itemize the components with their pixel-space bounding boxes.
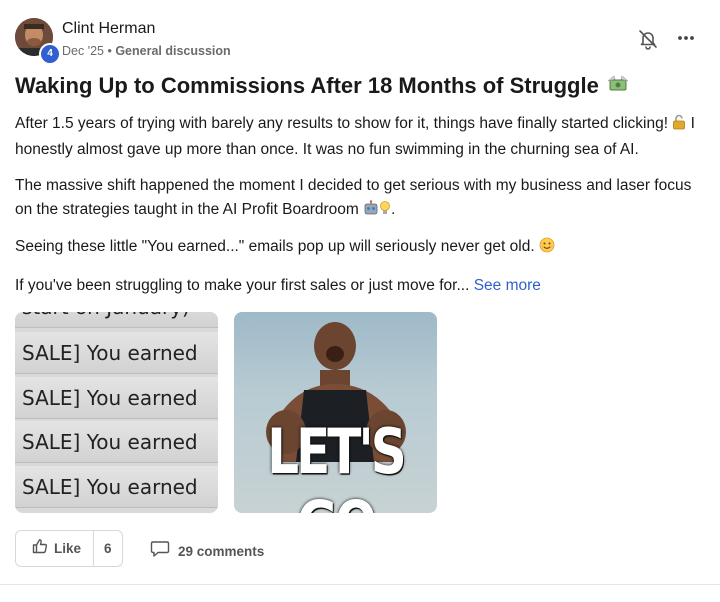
post-paragraph-3: Seeing these little "You earned..." emai… [15, 235, 705, 261]
smile-icon [539, 237, 555, 261]
like-label: Like [54, 541, 82, 556]
post-title-text: Waking Up to Commissions After 18 Months… [15, 73, 599, 98]
attachment-image-emails[interactable]: start on January) SALE] You earned SALE]… [15, 312, 218, 513]
attachment-image-meme[interactable]: LET'S GO [234, 312, 437, 513]
post-divider [0, 584, 720, 585]
post-paragraph-1: After 1.5 years of trying with barely an… [15, 112, 705, 162]
money-with-wings-icon [605, 73, 631, 101]
more-horizontal-icon[interactable] [676, 28, 696, 48]
post-paragraph-4: If you've been struggling to make your f… [15, 274, 705, 298]
bell-off-icon[interactable] [637, 28, 659, 50]
robot-icon [363, 200, 379, 224]
meme-caption: LET'S GO [267, 415, 406, 514]
post-meta: Dec '25 • General discussion [62, 44, 231, 58]
post-category[interactable]: General discussion [115, 44, 230, 58]
lightbulb-icon [379, 200, 391, 224]
comments-label: 29 comments [178, 544, 265, 559]
unlocked-icon [672, 114, 686, 138]
paragraph-2-text: The massive shift happened the moment I … [15, 177, 692, 218]
post-title: Waking Up to Commissions After 18 Months… [15, 73, 631, 101]
comments-button[interactable]: 29 comments [150, 540, 264, 563]
post-card: 4 Clint Herman Dec '25 • General discuss… [0, 0, 720, 602]
paragraph-2-tail: . [391, 201, 396, 218]
post-date[interactable]: Dec '25 [62, 44, 104, 58]
meta-separator: • [104, 44, 116, 58]
email-strip: SALE] You earned [15, 421, 218, 463]
comment-icon [150, 540, 170, 563]
like-button[interactable]: Like [16, 531, 95, 566]
thumbs-up-icon [32, 538, 48, 559]
paragraph-1-text: After 1.5 years of trying with barely an… [15, 115, 669, 132]
author-name[interactable]: Clint Herman [62, 20, 155, 38]
like-count[interactable]: 6 [94, 541, 112, 556]
paragraph-3-text: Seeing these little "You earned..." emai… [15, 238, 535, 255]
email-strip: SALE] You earned [15, 332, 218, 374]
like-group: Like 6 [15, 530, 123, 567]
email-strip: SALE] You earned [15, 466, 218, 508]
email-strip: SALE] You earned [15, 377, 218, 419]
level-badge: 4 [39, 43, 61, 65]
see-more-link[interactable]: See more [474, 277, 541, 294]
email-strip-partial: start on January) [15, 312, 218, 328]
post-paragraph-2: The massive shift happened the moment I … [15, 174, 705, 224]
paragraph-4-text: If you've been struggling to make your f… [15, 277, 470, 294]
